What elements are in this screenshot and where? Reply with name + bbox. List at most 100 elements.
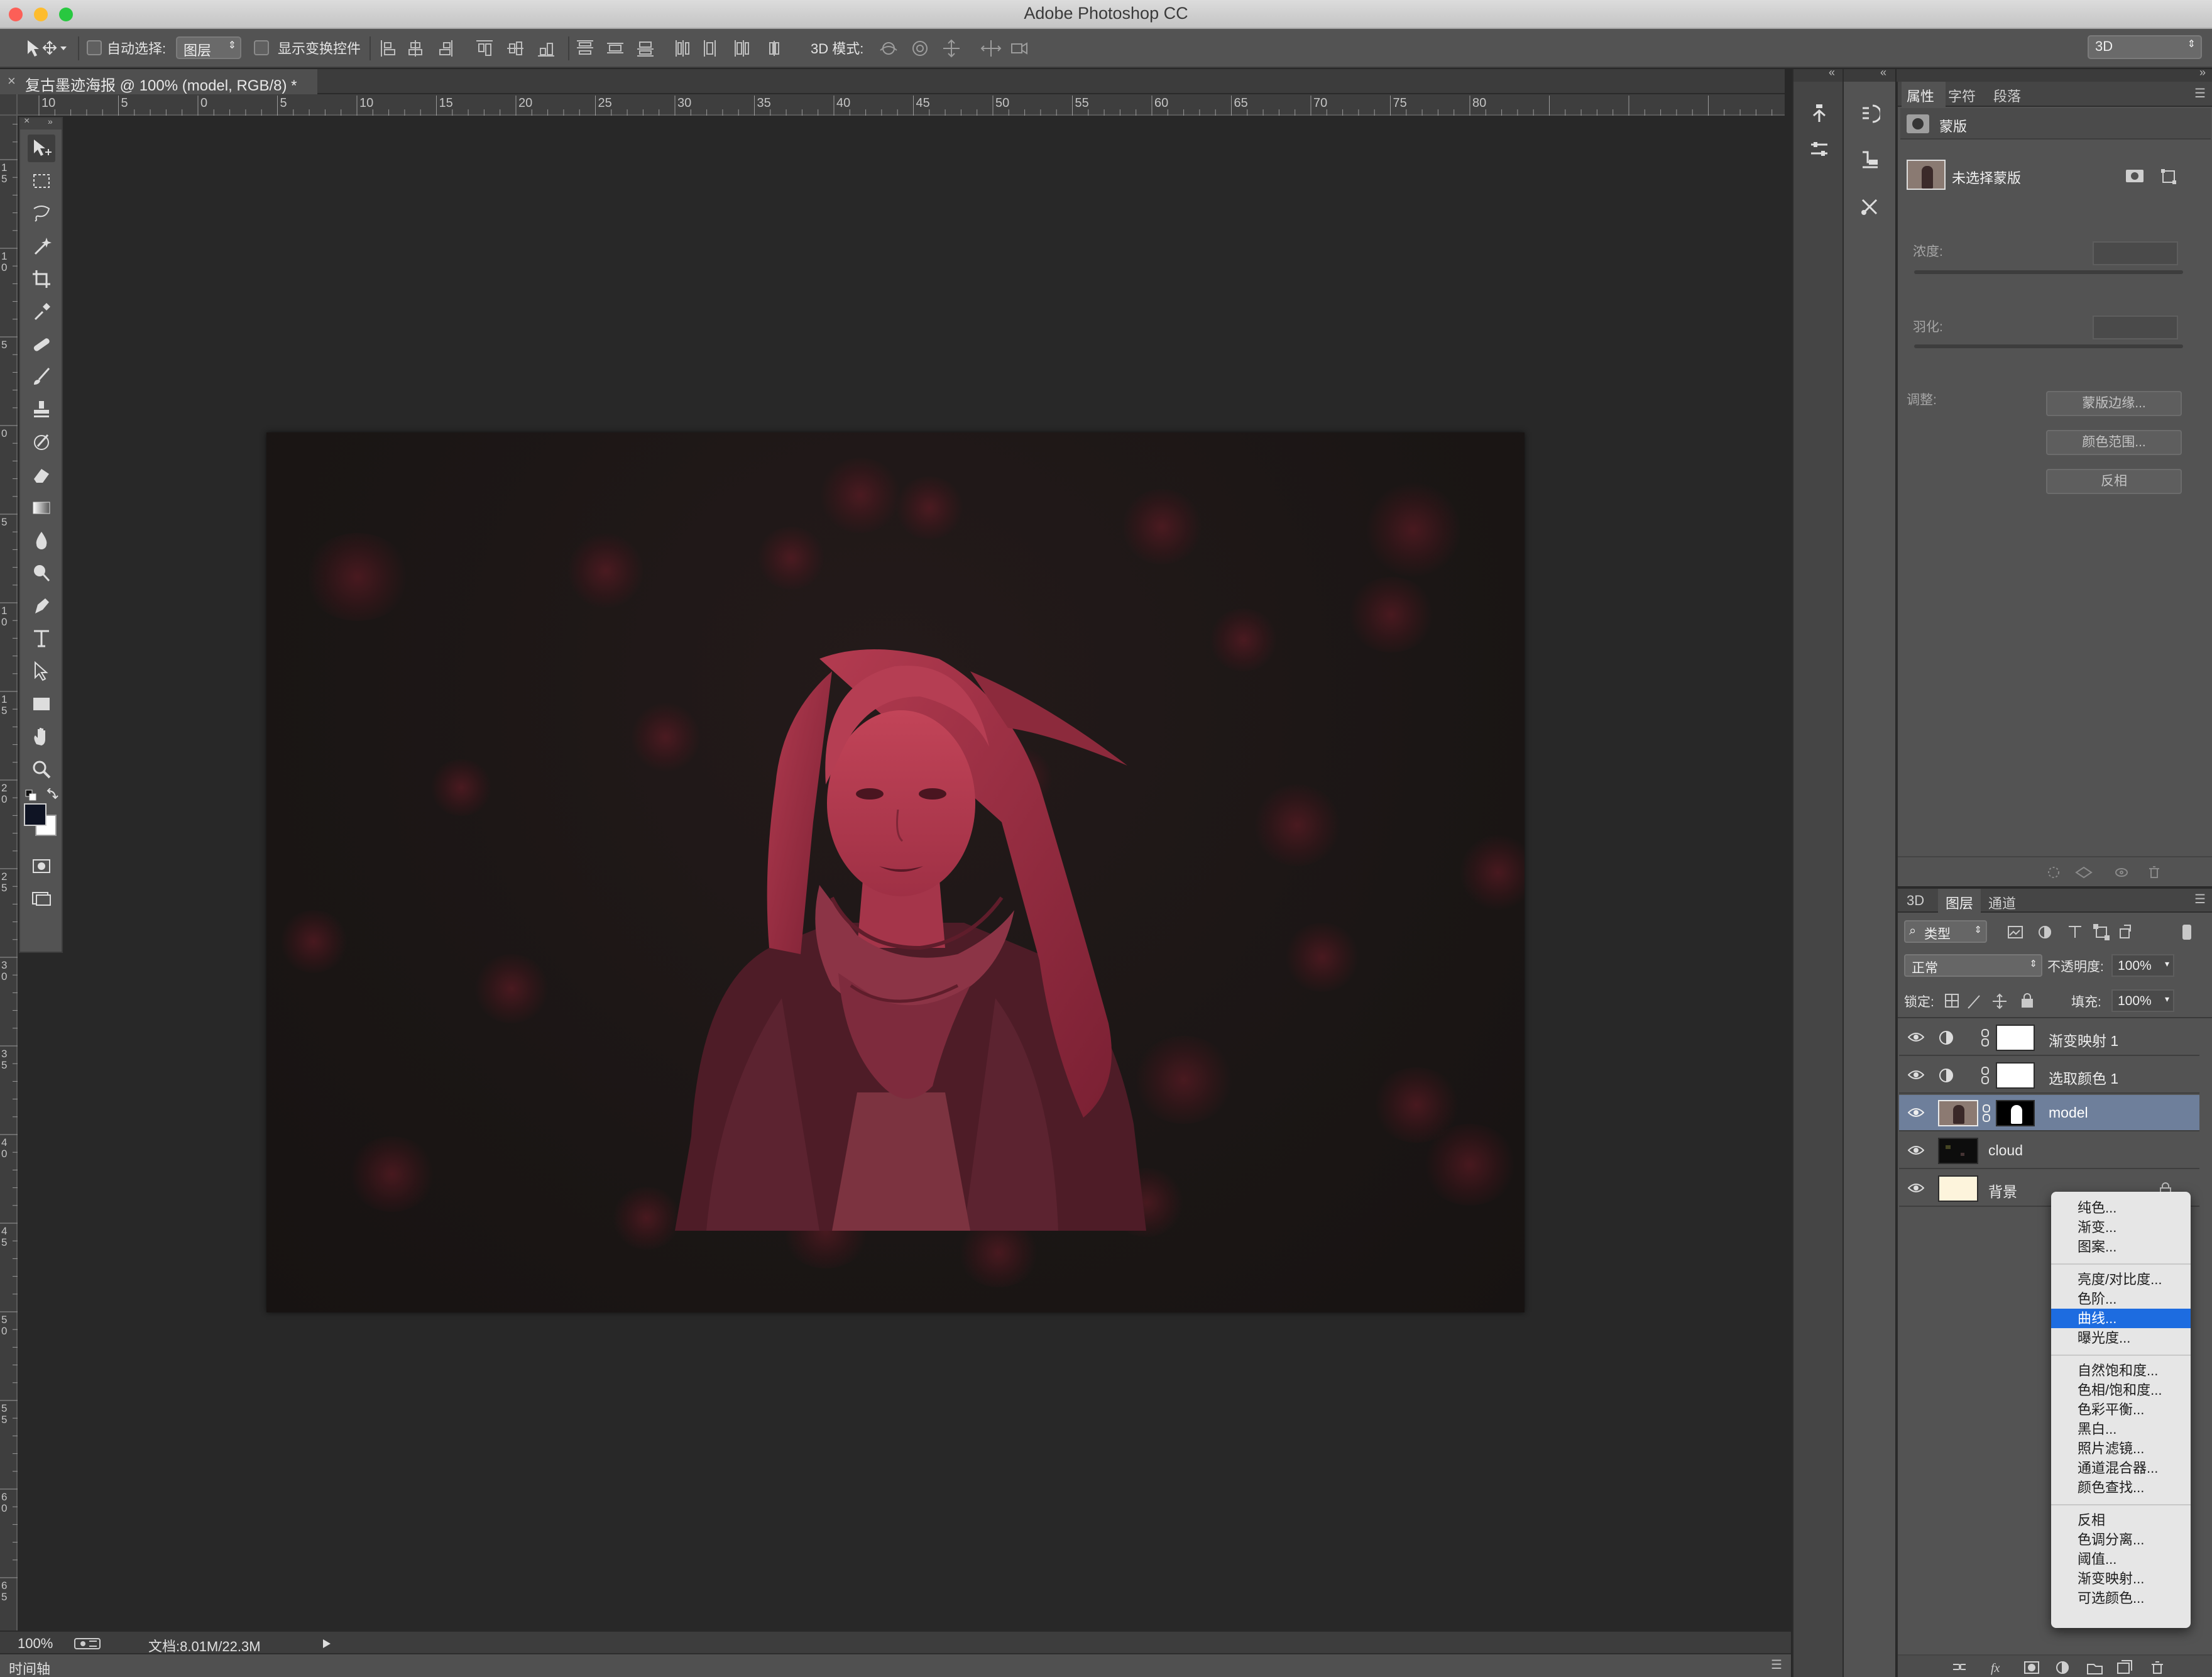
close-tab-icon[interactable]: ×: [8, 73, 16, 89]
invert-button[interactable]: 反相: [2046, 469, 2182, 494]
marquee-tool-icon[interactable]: [28, 167, 55, 195]
actions-panel-icon[interactable]: [1855, 99, 1884, 128]
zoom-tool-icon[interactable]: [28, 756, 55, 783]
expand-panel-icon[interactable]: »: [48, 116, 53, 126]
visibility-eye-icon[interactable]: [1908, 1031, 1924, 1043]
tab-channels[interactable]: 通道: [1988, 893, 2016, 913]
color-range-button[interactable]: 颜色范围...: [2046, 430, 2182, 455]
workspace-switcher-dropdown[interactable]: 3D ⇕: [2088, 35, 2202, 59]
tab-3d[interactable]: 3D: [1907, 893, 1924, 909]
path-selection-tool-icon[interactable]: [28, 657, 55, 685]
rectangle-tool-icon[interactable]: [28, 690, 55, 718]
blend-mode-dropdown[interactable]: 正常 ⇕: [1904, 954, 2042, 977]
layer-name[interactable]: 选取颜色 1: [2049, 1067, 2118, 1088]
type-tool-icon[interactable]: [28, 625, 55, 652]
tools-panel-header[interactable]: × »: [20, 116, 62, 129]
show-transform-checkbox[interactable]: [254, 40, 269, 55]
feather-slider[interactable]: [1914, 344, 2183, 348]
layer-thumbnail[interactable]: [1938, 1175, 1978, 1202]
chevron-down-icon[interactable]: ▾: [2165, 994, 2169, 1004]
layer-filter-dropdown[interactable]: ⌕ 类型 ⇕: [1904, 920, 1987, 943]
panel-menu-icon[interactable]: ☰: [2194, 891, 2206, 907]
auto-select-checkbox[interactable]: [87, 40, 102, 55]
panel-menu-icon[interactable]: ☰: [1771, 1657, 1782, 1673]
tab-layers[interactable]: 图层: [1946, 893, 1973, 913]
foreground-color-swatch[interactable]: [24, 803, 47, 826]
layer-mask-thumbnail[interactable]: [1996, 1025, 2035, 1051]
add-vector-mask-icon[interactable]: [2160, 167, 2179, 185]
menu-item-curves[interactable]: 曲线...: [2051, 1309, 2191, 1328]
layer-mask-thumbnail[interactable]: [1996, 1100, 2035, 1126]
visibility-eye-icon[interactable]: [1908, 1069, 1924, 1081]
layer-row[interactable]: 选取颜色 1: [1899, 1057, 2199, 1094]
layer-row[interactable]: cloud: [1899, 1133, 2199, 1169]
clone-stamp-tool-icon[interactable]: [28, 396, 55, 424]
history-panel-icon[interactable]: [1805, 99, 1834, 128]
visibility-eye-icon[interactable]: [1908, 1144, 1924, 1157]
collapse-panels-icon[interactable]: «: [1829, 66, 1835, 79]
blur-tool-icon[interactable]: [28, 527, 55, 554]
menu-item-hue-saturation[interactable]: 色相/饱和度...: [2051, 1380, 2191, 1400]
screen-mode-icon[interactable]: [28, 885, 55, 913]
3d-mode-icons-group[interactable]: [879, 38, 1029, 59]
lock-options-icons[interactable]: [1944, 992, 2045, 1009]
horizontal-ruler[interactable]: 10 5 0 5 10 15 20 25 30 35 40 45 50 55 60 65 70 75 80: [18, 94, 1785, 116]
brush-tool-icon[interactable]: [28, 363, 55, 391]
layer-name[interactable]: cloud: [1988, 1142, 2023, 1159]
dodge-tool-icon[interactable]: [28, 559, 55, 587]
layer-filter-icons[interactable]: [2006, 923, 2207, 942]
panel-menu-icon[interactable]: ☰: [2194, 85, 2206, 101]
menu-item-posterize[interactable]: 色调分离...: [2051, 1530, 2191, 1549]
menu-item-threshold[interactable]: 阈值...: [2051, 1549, 2191, 1569]
ruler-origin[interactable]: [0, 94, 18, 116]
history-brush-tool-icon[interactable]: [28, 429, 55, 456]
menu-item-selective-color[interactable]: 可选颜色...: [2051, 1588, 2191, 1608]
collapse-panels-icon[interactable]: «: [1880, 66, 1886, 79]
document-canvas[interactable]: [266, 432, 1525, 1312]
layer-name[interactable]: 渐变映射 1: [2049, 1029, 2118, 1050]
menu-item-solid-color[interactable]: 纯色...: [2051, 1198, 2191, 1218]
zoom-level[interactable]: 100%: [18, 1636, 53, 1652]
menu-item-levels[interactable]: 色阶...: [2051, 1289, 2191, 1309]
add-pixel-mask-icon[interactable]: [2125, 168, 2144, 184]
visibility-eye-icon[interactable]: [1908, 1182, 1924, 1194]
status-menu-arrow-icon[interactable]: [322, 1638, 332, 1649]
eraser-tool-icon[interactable]: [28, 461, 55, 489]
default-colors-icon[interactable]: [25, 789, 38, 802]
lasso-tool-icon[interactable]: [28, 200, 55, 228]
close-panel-icon[interactable]: ×: [24, 116, 30, 127]
menu-item-photo-filter[interactable]: 照片滤镜...: [2051, 1439, 2191, 1458]
adjustments-panel-icon[interactable]: [1805, 135, 1834, 163]
hand-tool-icon[interactable]: [28, 723, 55, 751]
menu-item-channel-mixer[interactable]: 通道混合器...: [2051, 1458, 2191, 1478]
layer-mask-thumbnail[interactable]: [1996, 1062, 2035, 1089]
move-tool-icon[interactable]: [28, 135, 55, 162]
share-icon[interactable]: [74, 1637, 102, 1651]
magic-wand-tool-icon[interactable]: [28, 233, 55, 260]
menu-item-gradient[interactable]: 渐变...: [2051, 1218, 2191, 1237]
link-icon[interactable]: [1982, 1104, 1991, 1123]
paragraph-styles-panel-icon[interactable]: [1855, 146, 1884, 175]
link-icon[interactable]: [1981, 1028, 1990, 1047]
mask-edge-button[interactable]: 蒙版边缘...: [2046, 391, 2182, 416]
density-slider[interactable]: [1914, 270, 2183, 274]
tool-presets-panel-icon[interactable]: [1855, 192, 1884, 221]
layers-footer-icons[interactable]: fx: [1951, 1659, 2202, 1676]
menu-item-brightness-contrast[interactable]: 亮度/对比度...: [2051, 1270, 2191, 1289]
vertical-ruler[interactable]: 1510505101520253035404550556065: [0, 116, 18, 1630]
tab-properties[interactable]: 属性: [1907, 85, 1934, 106]
layer-thumbnail[interactable]: [1938, 1100, 1978, 1126]
menu-item-color-lookup[interactable]: 颜色查找...: [2051, 1478, 2191, 1497]
fill-field[interactable]: 100% ▾: [2111, 989, 2174, 1012]
properties-footer-icons[interactable]: [2045, 864, 2196, 881]
quick-mask-icon[interactable]: [28, 852, 55, 880]
layer-thumbnail[interactable]: [1938, 1138, 1978, 1164]
collapse-panels-icon[interactable]: »: [2199, 66, 2206, 79]
timeline-bar[interactable]: 时间轴 ☰: [0, 1653, 1791, 1677]
swap-colors-icon[interactable]: [45, 788, 59, 802]
move-tool-preset-icon[interactable]: [25, 38, 69, 59]
auto-select-target-dropdown[interactable]: 图层 ⇕: [176, 36, 241, 59]
menu-item-invert[interactable]: 反相: [2051, 1510, 2191, 1530]
menu-item-pattern[interactable]: 图案...: [2051, 1237, 2191, 1256]
menu-item-color-balance[interactable]: 色彩平衡...: [2051, 1400, 2191, 1419]
